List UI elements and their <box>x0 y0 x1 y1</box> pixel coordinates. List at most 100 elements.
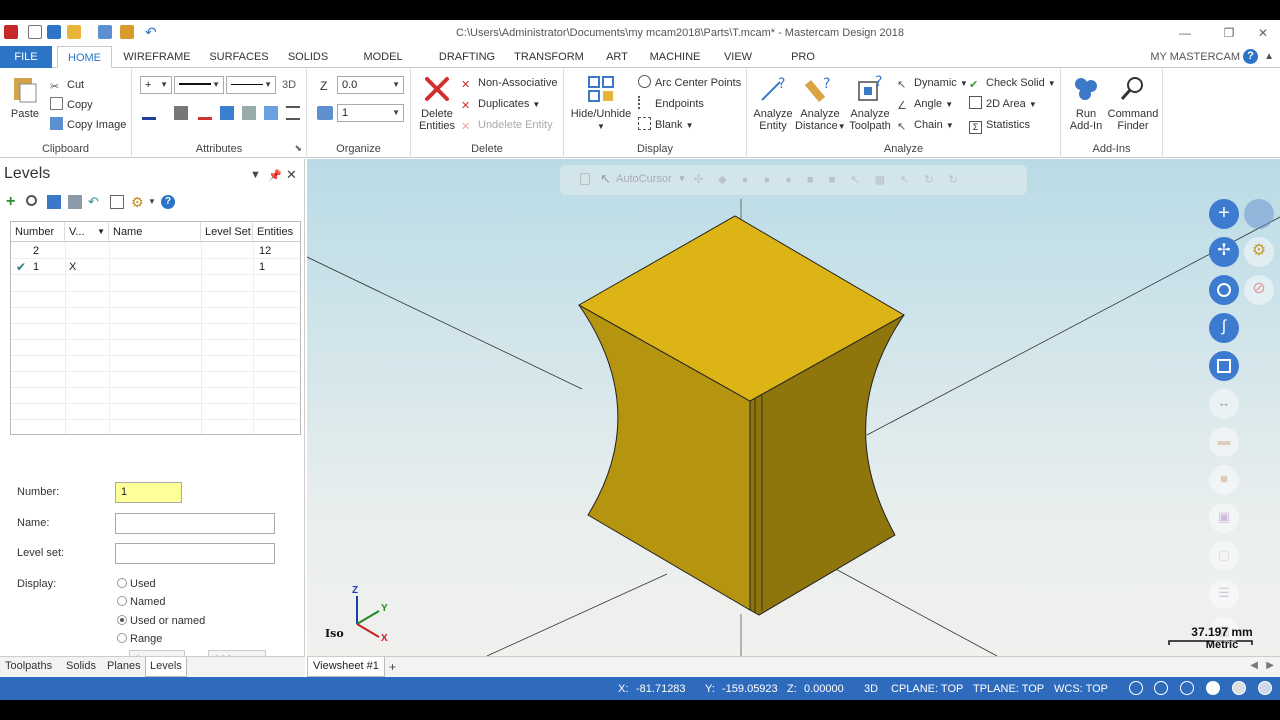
reset-icon[interactable] <box>264 106 278 120</box>
angle-button[interactable]: ∠ Angle ▼ <box>897 95 953 113</box>
chain-button[interactable]: ↖ Chain ▼ <box>897 116 954 134</box>
wireframe-sphere-icon[interactable] <box>1180 681 1194 695</box>
non-associative-button[interactable]: ✕ Non-Associative <box>461 74 557 92</box>
command-finder-button[interactable]: Command Finder <box>1107 74 1159 132</box>
add-level-icon[interactable]: + <box>6 194 20 210</box>
tab-toolpaths[interactable]: Toolpaths <box>5 660 52 672</box>
collapse-ribbon-icon[interactable]: ▲ <box>1264 51 1274 62</box>
autocursor-dropdown-icon[interactable]: ▼ <box>678 174 686 183</box>
wcs-selector[interactable]: WCS: TOP <box>1054 683 1108 695</box>
cut-button[interactable]: ✂ Cut <box>50 76 84 94</box>
mode-3d-toggle[interactable]: 3D <box>864 683 878 695</box>
level-list-icon[interactable] <box>110 195 124 209</box>
line-width-select[interactable]: ▼ <box>226 76 276 94</box>
run-addin-button[interactable]: Run Add-In <box>1065 74 1107 132</box>
tab-solids-manager[interactable]: Solids <box>66 660 96 672</box>
translucency-sphere-icon[interactable] <box>1258 681 1272 695</box>
shaded-sphere-icon[interactable] <box>1206 681 1220 695</box>
circle-tool-icon[interactable] <box>1209 275 1239 305</box>
main-level-input[interactable]: 1 ▼ <box>337 104 404 122</box>
panel-close-icon[interactable]: ✕ <box>286 167 297 183</box>
restore-button[interactable]: ❐ <box>1214 23 1244 43</box>
tab-planes[interactable]: Planes <box>107 660 141 672</box>
check-solid-button[interactable]: ✔ Check Solid ▼ <box>969 74 1056 92</box>
hide-unhide-button[interactable]: Hide/Unhide ▼ <box>568 74 634 133</box>
box-tool-icon[interactable]: ■ <box>1209 465 1239 495</box>
tplane-selector[interactable]: TPLANE: TOP <box>973 683 1044 695</box>
copy-image-button[interactable]: Copy Image <box>50 116 126 134</box>
col-level-set[interactable]: Level Set <box>201 222 253 242</box>
col-visible[interactable]: V... ▼ <box>65 222 109 242</box>
table-row[interactable]: ✔ 1 X 1 <box>11 259 300 275</box>
add-viewsheet-button[interactable]: + <box>389 660 396 674</box>
tab-home[interactable]: HOME <box>57 46 112 68</box>
tab-surfaces[interactable]: SURFACES <box>206 46 272 68</box>
settings-dropdown-icon[interactable]: ▼ <box>148 195 162 209</box>
analyze-toolpath-button[interactable]: ? Analyze Toolpath <box>845 74 895 132</box>
point-style-select[interactable]: + ▼ <box>140 76 172 94</box>
col-number[interactable]: Number <box>11 222 65 242</box>
level-help-icon[interactable]: ? <box>161 195 175 209</box>
radio-named[interactable]: Named <box>117 596 165 608</box>
line-style-select[interactable]: ▼ <box>174 76 224 94</box>
undelete-entity-button[interactable]: ✕ Undelete Entity <box>461 116 553 134</box>
list-tool-icon[interactable]: ☰ <box>1209 579 1239 609</box>
gear-tool-icon[interactable]: ⚙ <box>1244 237 1274 267</box>
cplane-selector[interactable]: CPLANE: TOP <box>891 683 963 695</box>
shaded-edges-sphere-icon[interactable] <box>1232 681 1246 695</box>
level-settings-icon[interactable]: ⚙ <box>131 195 145 209</box>
tab-model-prep[interactable]: MODEL PREP <box>348 46 418 85</box>
solid-tool-icon[interactable] <box>1209 351 1239 381</box>
tab-machine[interactable]: MACHINE <box>648 46 702 68</box>
col-name[interactable]: Name <box>109 222 201 242</box>
globe-icon[interactable] <box>1129 681 1143 695</box>
endpoints-button[interactable]: Endpoints <box>638 95 704 113</box>
help-icon[interactable]: ? <box>1243 49 1258 64</box>
dimension-tool-icon[interactable]: ↔ <box>1209 389 1239 419</box>
arc-center-points-button[interactable]: Arc Center Points <box>638 74 741 92</box>
close-button[interactable]: ✕ <box>1248 23 1278 43</box>
col-entities[interactable]: Entities <box>253 222 300 242</box>
level-set-input[interactable] <box>115 543 275 564</box>
tab-view[interactable]: VIEW <box>720 46 756 68</box>
minimize-button[interactable]: — <box>1170 23 1200 43</box>
graphics-viewport[interactable]: Z Y X ↖ AutoCursor ▼ ✣ ◆ ● ● ● ■ ■ ↖ ▦ ↖… <box>307 159 1280 656</box>
solid-color-icon[interactable] <box>198 106 212 120</box>
tab-transform[interactable]: TRANSFORM <box>514 46 584 68</box>
viewsheet-nav-arrows-icon[interactable]: ◀ ▶ <box>1250 660 1274 671</box>
clear-color-icon[interactable] <box>220 106 234 120</box>
surface-color-icon[interactable] <box>174 106 188 120</box>
row-visible[interactable]: X <box>69 259 76 275</box>
cube-tool-icon[interactable]: ▣ <box>1209 503 1239 533</box>
cursor-icon[interactable]: ↖ <box>600 171 611 187</box>
pin-icon[interactable]: 📌 <box>268 169 282 182</box>
tab-wireframe[interactable]: WIREFRAME <box>122 46 192 68</box>
analyze-entity-button[interactable]: ? Analyze Entity <box>751 74 795 132</box>
layers-tool-icon[interactable] <box>1244 199 1274 229</box>
lock-icon[interactable] <box>580 173 590 185</box>
table-row[interactable]: 2 12 <box>11 243 300 259</box>
tab-pro-drill[interactable]: PRO DRILL <box>774 46 832 85</box>
autocursor-toolbar[interactable]: ↖ AutoCursor ▼ ✣ ◆ ● ● ● ■ ■ ↖ ▦ ↖ ↻ ↻ <box>560 165 1027 195</box>
radio-used[interactable]: Used <box>117 578 156 590</box>
autocursor-label[interactable]: AutoCursor <box>616 173 672 185</box>
paste-button[interactable]: Paste <box>6 74 44 120</box>
add-tool-icon[interactable]: + <box>1209 199 1239 229</box>
delete-entities-button[interactable]: Delete Entities <box>415 74 459 132</box>
tab-file[interactable]: FILE <box>0 46 52 68</box>
blank-button[interactable]: Blank ▼ <box>638 116 694 134</box>
snap-icons[interactable]: ✣ ◆ ● ● ● ■ ■ ↖ ▦ ↖ ↻ ↻ <box>694 173 964 186</box>
duplicates-button[interactable]: ✕ Duplicates ▼ <box>461 95 540 113</box>
point-tool-icon[interactable]: ✢ <box>1209 237 1239 267</box>
my-mastercam-link[interactable]: MY MASTERCAM <box>1150 51 1240 63</box>
layer-stack-gray-icon[interactable] <box>68 195 82 209</box>
name-input[interactable] <box>115 513 275 534</box>
find-level-icon[interactable] <box>26 195 37 206</box>
viewsheet-tab[interactable]: Viewsheet #1 <box>307 657 385 677</box>
ruler-tool-icon[interactable]: ▬ <box>1209 427 1239 457</box>
attributes-manager-icon[interactable] <box>286 106 300 120</box>
attributes-dialog-launcher-icon[interactable]: ⬊ <box>294 143 302 154</box>
z-depth-input[interactable]: 0.0 ▼ <box>337 76 404 94</box>
solid-body[interactable] <box>577 215 906 616</box>
number-input[interactable]: 1 <box>115 482 182 503</box>
